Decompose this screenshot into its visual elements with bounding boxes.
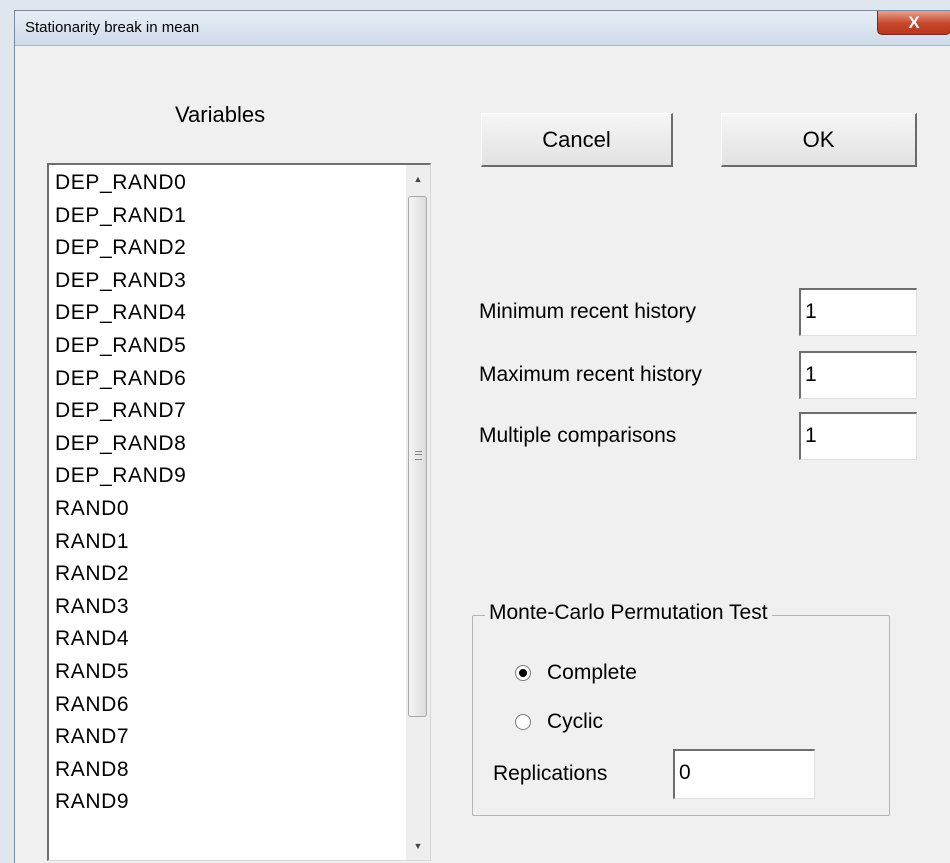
list-item[interactable]: DEP_RAND4: [55, 297, 186, 330]
list-item[interactable]: RAND0: [55, 493, 186, 526]
list-item[interactable]: DEP_RAND5: [55, 330, 186, 363]
list-item[interactable]: RAND7: [55, 721, 186, 754]
variables-label: Variables: [175, 102, 266, 127]
list-item[interactable]: RAND4: [55, 623, 186, 656]
list-item[interactable]: RAND9: [55, 786, 186, 819]
dialog-body: Variables DEP_RAND0 DEP_RAND1 DEP_RAND2 …: [15, 46, 950, 863]
title-bar: Stationarity break in mean X: [15, 11, 950, 46]
max-history-input[interactable]: 1: [799, 351, 917, 399]
list-item[interactable]: RAND5: [55, 656, 186, 689]
list-item[interactable]: RAND6: [55, 689, 186, 722]
list-item[interactable]: RAND2: [55, 558, 186, 591]
down-arrow-icon[interactable]: ▼: [406, 834, 430, 858]
list-item[interactable]: RAND1: [55, 526, 186, 559]
list-item[interactable]: DEP_RAND0: [55, 167, 186, 200]
close-button[interactable]: X: [877, 11, 950, 35]
min-history-label: Minimum recent history: [479, 300, 697, 323]
close-icon: X: [908, 12, 920, 32]
radio-complete-label: Complete: [547, 661, 637, 684]
radio-dot: [519, 669, 527, 677]
monte-carlo-groupbox: Monte-Carlo Permutation Test Complete Cy…: [472, 601, 890, 816]
radio-cyclic-label: Cyclic: [547, 710, 603, 733]
list-item[interactable]: DEP_RAND9: [55, 460, 186, 493]
variables-listbox[interactable]: DEP_RAND0 DEP_RAND1 DEP_RAND2 DEP_RAND3 …: [47, 163, 431, 861]
cancel-button[interactable]: Cancel: [481, 113, 673, 167]
list-item[interactable]: DEP_RAND8: [55, 428, 186, 461]
replications-input[interactable]: 0: [673, 749, 815, 799]
grip-icon: [415, 451, 422, 460]
list-item[interactable]: DEP_RAND6: [55, 363, 186, 396]
multiple-comparisons-input[interactable]: 1: [799, 412, 917, 460]
radio-complete[interactable]: Complete: [515, 661, 637, 685]
radio-selected-icon[interactable]: [515, 665, 531, 681]
scrollbar-thumb[interactable]: [408, 196, 427, 717]
list-item[interactable]: RAND3: [55, 591, 186, 624]
min-history-input[interactable]: 1: [799, 288, 917, 336]
radio-unselected-icon[interactable]: [515, 714, 531, 730]
list-item[interactable]: RAND8: [55, 754, 186, 787]
list-item[interactable]: DEP_RAND7: [55, 395, 186, 428]
list-item[interactable]: DEP_RAND3: [55, 265, 186, 298]
monte-carlo-title: Monte-Carlo Permutation Test: [485, 601, 772, 625]
vertical-scrollbar[interactable]: ▲ ▼: [406, 165, 430, 860]
up-arrow-icon[interactable]: ▲: [406, 167, 430, 191]
list-item[interactable]: DEP_RAND1: [55, 200, 186, 233]
variables-list: DEP_RAND0 DEP_RAND1 DEP_RAND2 DEP_RAND3 …: [55, 167, 186, 819]
window-title: Stationarity break in mean: [25, 19, 200, 36]
max-history-label: Maximum recent history: [479, 363, 702, 386]
radio-cyclic[interactable]: Cyclic: [515, 710, 603, 734]
ok-button[interactable]: OK: [721, 113, 917, 167]
list-item[interactable]: DEP_RAND2: [55, 232, 186, 265]
dialog-window: Stationarity break in mean X Variables D…: [14, 10, 950, 863]
multiple-comparisons-label: Multiple comparisons: [479, 424, 677, 447]
replications-label: Replications: [493, 762, 608, 785]
